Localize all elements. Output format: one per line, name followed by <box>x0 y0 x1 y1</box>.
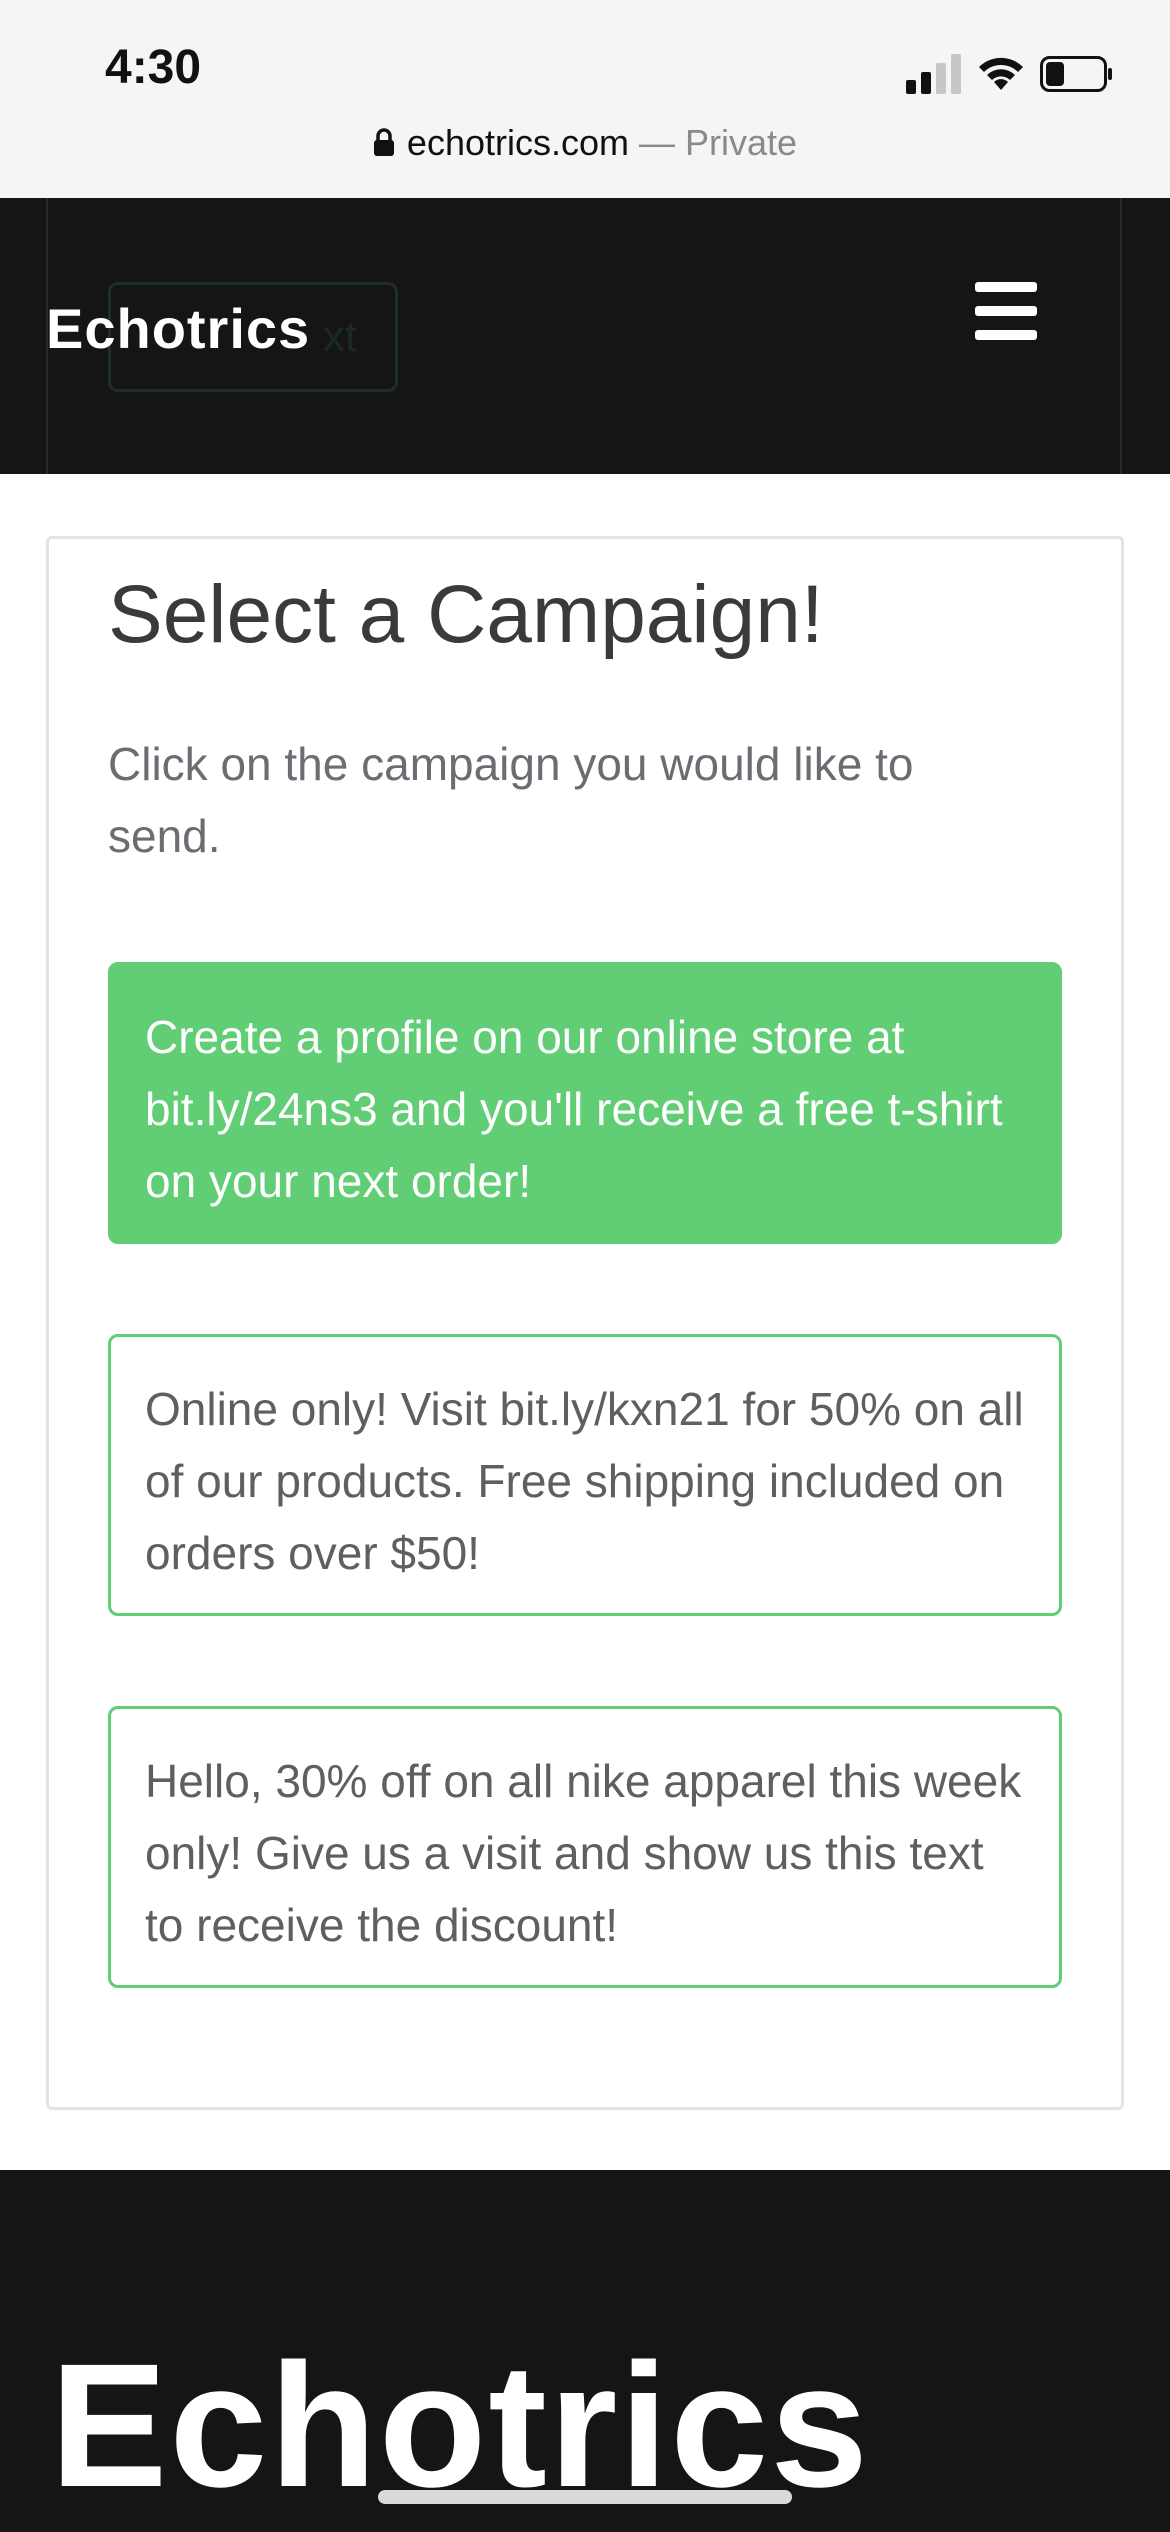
address-bar[interactable]: echotrics.com — Private <box>0 122 1170 164</box>
wifi-icon <box>979 57 1023 90</box>
url-domain: echotrics.com <box>406 122 629 163</box>
status-time: 4:30 <box>105 41 202 94</box>
site-logo[interactable]: Echotrics <box>46 296 310 361</box>
lock-icon <box>373 128 394 156</box>
battery-icon <box>1040 56 1112 92</box>
campaign-option-1[interactable]: Create a profile on our online store at … <box>108 962 1062 1244</box>
campaign-option-2[interactable]: Online only! Visit bit.ly/kxn21 for 50% … <box>108 1334 1062 1616</box>
campaign-option-3[interactable]: Hello, 30% off on all nike apparel this … <box>108 1706 1062 1988</box>
page-description: Click on the campaign you would like to … <box>108 738 914 862</box>
private-mode-label: Private <box>685 122 798 163</box>
signal-icon <box>906 54 961 94</box>
hamburger-menu-icon[interactable] <box>975 282 1041 340</box>
url-separator: — <box>629 122 686 163</box>
footer-logo: Echotrics <box>50 2328 871 2524</box>
status-bar <box>0 0 1170 198</box>
home-indicator[interactable] <box>378 2490 792 2504</box>
page-title: Select a Campaign! <box>108 569 824 660</box>
